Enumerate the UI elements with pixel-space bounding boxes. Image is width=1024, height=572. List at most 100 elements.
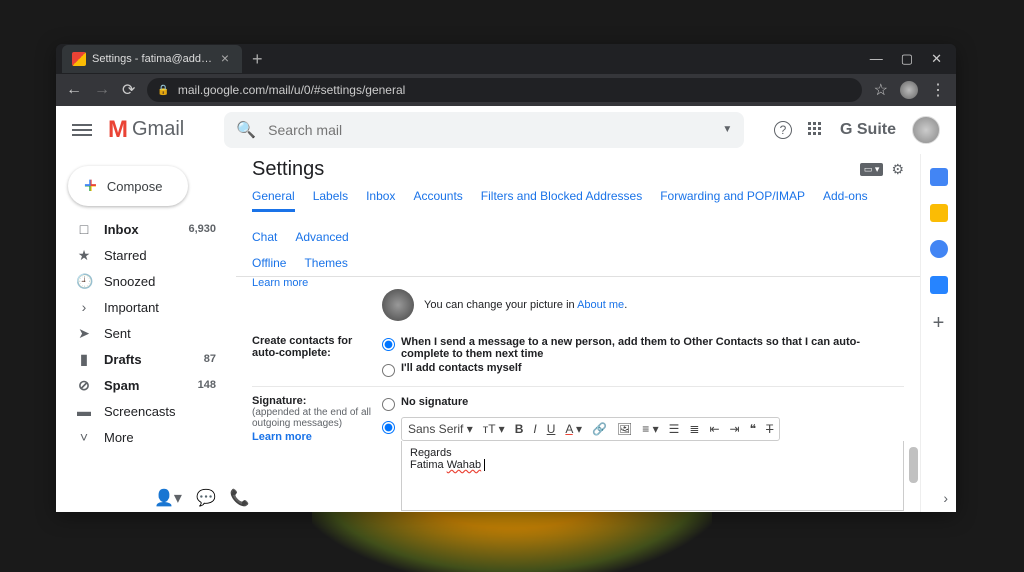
- close-window-button[interactable]: ✕: [931, 51, 942, 67]
- gmail-app: M Gmail 🔍 ▼ ? G Suite + Compose □: [56, 106, 956, 512]
- image-icon[interactable]: 🖼: [617, 422, 632, 436]
- forward-button[interactable]: →: [94, 81, 110, 99]
- link-icon[interactable]: 🔗: [592, 422, 607, 436]
- inbox-icon: □: [76, 221, 92, 237]
- no-signature-radio[interactable]: [382, 398, 395, 411]
- underline-icon[interactable]: U: [547, 422, 556, 436]
- browser-tab[interactable]: Settings - fatima@addictivetips.c ×: [62, 45, 242, 73]
- no-signature-option[interactable]: No signature: [382, 395, 904, 412]
- sidebar-item-more[interactable]: ˅More: [64, 424, 228, 450]
- search-icon[interactable]: 🔍: [236, 120, 256, 140]
- sidebar-item-spam[interactable]: ⊘Spam148: [64, 372, 228, 398]
- browser-window: Settings - fatima@addictivetips.c × + — …: [56, 44, 956, 512]
- support-icon[interactable]: ?: [774, 121, 792, 139]
- sidebar-item-screencasts[interactable]: ▬Screencasts: [64, 398, 228, 424]
- apps-grid-icon[interactable]: [808, 122, 824, 138]
- signature-learn-more-link[interactable]: Learn more: [252, 431, 382, 443]
- tab-filters-and-blocked-addresses[interactable]: Filters and Blocked Addresses: [481, 189, 642, 212]
- account-avatar[interactable]: [912, 116, 940, 144]
- bulleted-list-icon[interactable]: ≣: [689, 422, 699, 436]
- browser-profile-avatar[interactable]: [900, 81, 918, 99]
- contacts-option-auto[interactable]: When I send a message to a new person, a…: [382, 335, 904, 361]
- close-tab-icon[interactable]: ×: [218, 52, 232, 66]
- gmail-header: M Gmail 🔍 ▼ ? G Suite: [56, 106, 956, 154]
- nav-label: Starred: [104, 248, 147, 263]
- settings-content[interactable]: Learn more You can change your picture i…: [236, 277, 920, 512]
- tab-chat[interactable]: Chat: [252, 230, 277, 250]
- hangouts-chat-icon[interactable]: 💬: [196, 488, 216, 508]
- sidebar-item-inbox[interactable]: □Inbox6,930: [64, 216, 228, 242]
- contacts-radio-manual[interactable]: [382, 364, 395, 377]
- tab-inbox[interactable]: Inbox: [366, 189, 395, 212]
- snoozed-icon: 🕘: [76, 273, 92, 290]
- about-me-link[interactable]: About me: [577, 299, 624, 311]
- indent-less-icon[interactable]: ⇤: [709, 422, 719, 436]
- tab-offline[interactable]: Offline: [252, 256, 286, 270]
- hangouts-phone-icon[interactable]: 📞: [230, 488, 250, 508]
- trello-addon-icon[interactable]: [930, 276, 948, 294]
- side-panel-toggle-icon[interactable]: ›: [943, 490, 948, 506]
- tab-forwarding-and-pop-imap[interactable]: Forwarding and POP/IMAP: [660, 189, 805, 212]
- hangouts-contacts-icon[interactable]: 👤▾: [154, 488, 182, 508]
- scrollbar-thumb[interactable]: [909, 447, 918, 483]
- remove-formatting-icon[interactable]: T: [766, 422, 773, 436]
- bookmark-star-icon[interactable]: ☆: [874, 80, 888, 100]
- indent-more-icon[interactable]: ⇥: [730, 422, 740, 436]
- tasks-addon-icon[interactable]: [930, 240, 948, 258]
- logo-m-icon: M: [108, 116, 128, 144]
- tab-themes[interactable]: Themes: [304, 256, 347, 270]
- tab-add-ons[interactable]: Add-ons: [823, 189, 868, 212]
- search-input[interactable]: [268, 122, 710, 138]
- signature-label: Signature:: [252, 395, 382, 407]
- tab-general[interactable]: General: [252, 189, 295, 212]
- screencasts-icon: ▬: [76, 403, 92, 419]
- side-panel: +: [920, 154, 956, 512]
- learn-more-link[interactable]: Learn more: [252, 277, 904, 289]
- titlebar: Settings - fatima@addictivetips.c × + — …: [56, 44, 956, 74]
- sidebar-item-snoozed[interactable]: 🕘Snoozed: [64, 268, 228, 294]
- browser-menu-icon[interactable]: ⋮: [930, 80, 946, 100]
- main-menu-icon[interactable]: [72, 124, 92, 136]
- url-field[interactable]: 🔒 mail.google.com/mail/u/0/#settings/gen…: [147, 78, 861, 102]
- reload-button[interactable]: ⟳: [122, 80, 135, 100]
- italic-icon[interactable]: I: [533, 422, 536, 436]
- tab-advanced[interactable]: Advanced: [295, 230, 348, 250]
- calendar-addon-icon[interactable]: [930, 168, 948, 186]
- maximize-button[interactable]: ▢: [901, 51, 913, 67]
- spam-icon: ⊘: [76, 377, 92, 394]
- address-bar: ← → ⟳ 🔒 mail.google.com/mail/u/0/#settin…: [56, 74, 956, 106]
- search-box[interactable]: 🔍 ▼: [224, 112, 744, 148]
- settings-gear-icon[interactable]: ⚙: [891, 161, 904, 178]
- use-signature-option[interactable]: Sans Serif ▾ тT ▾ B I U A ▾ 🔗 🖼 ≡ ▾: [382, 412, 904, 512]
- profile-picture[interactable]: [382, 289, 414, 321]
- new-tab-button[interactable]: +: [242, 49, 273, 70]
- tab-accounts[interactable]: Accounts: [413, 189, 462, 212]
- gsuite-label: G Suite: [840, 121, 896, 139]
- bold-icon[interactable]: B: [515, 422, 524, 436]
- use-signature-radio[interactable]: [382, 421, 395, 434]
- font-family-select[interactable]: Sans Serif ▾: [408, 422, 473, 436]
- minimize-button[interactable]: —: [870, 51, 883, 67]
- contacts-option-manual[interactable]: I'll add contacts myself: [382, 361, 904, 378]
- nav-label: More: [104, 430, 134, 445]
- compose-button[interactable]: + Compose: [68, 166, 188, 206]
- input-tool-icon[interactable]: ▭ ▾: [860, 163, 884, 176]
- sidebar-item-starred[interactable]: ★Starred: [64, 242, 228, 268]
- sidebar-item-drafts[interactable]: ▮Drafts87: [64, 346, 228, 372]
- keep-addon-icon[interactable]: [930, 204, 948, 222]
- get-addons-icon[interactable]: +: [930, 312, 948, 330]
- back-button[interactable]: ←: [66, 81, 82, 99]
- font-size-icon[interactable]: тT ▾: [483, 422, 505, 436]
- sidebar-item-sent[interactable]: ➤Sent: [64, 320, 228, 346]
- text-color-icon[interactable]: A ▾: [565, 422, 582, 436]
- signature-editor[interactable]: Regards Fatima Wahab: [401, 441, 904, 511]
- numbered-list-icon[interactable]: ☰: [669, 422, 680, 436]
- contacts-radio-auto[interactable]: [382, 338, 395, 351]
- quote-icon[interactable]: ❝: [750, 422, 756, 436]
- gmail-logo[interactable]: M Gmail: [108, 116, 184, 144]
- align-icon[interactable]: ≡ ▾: [642, 422, 658, 436]
- tab-labels[interactable]: Labels: [313, 189, 348, 212]
- search-options-icon[interactable]: ▼: [722, 124, 732, 135]
- sidebar-item-important[interactable]: ›Important: [64, 294, 228, 320]
- sent-icon: ➤: [76, 325, 92, 342]
